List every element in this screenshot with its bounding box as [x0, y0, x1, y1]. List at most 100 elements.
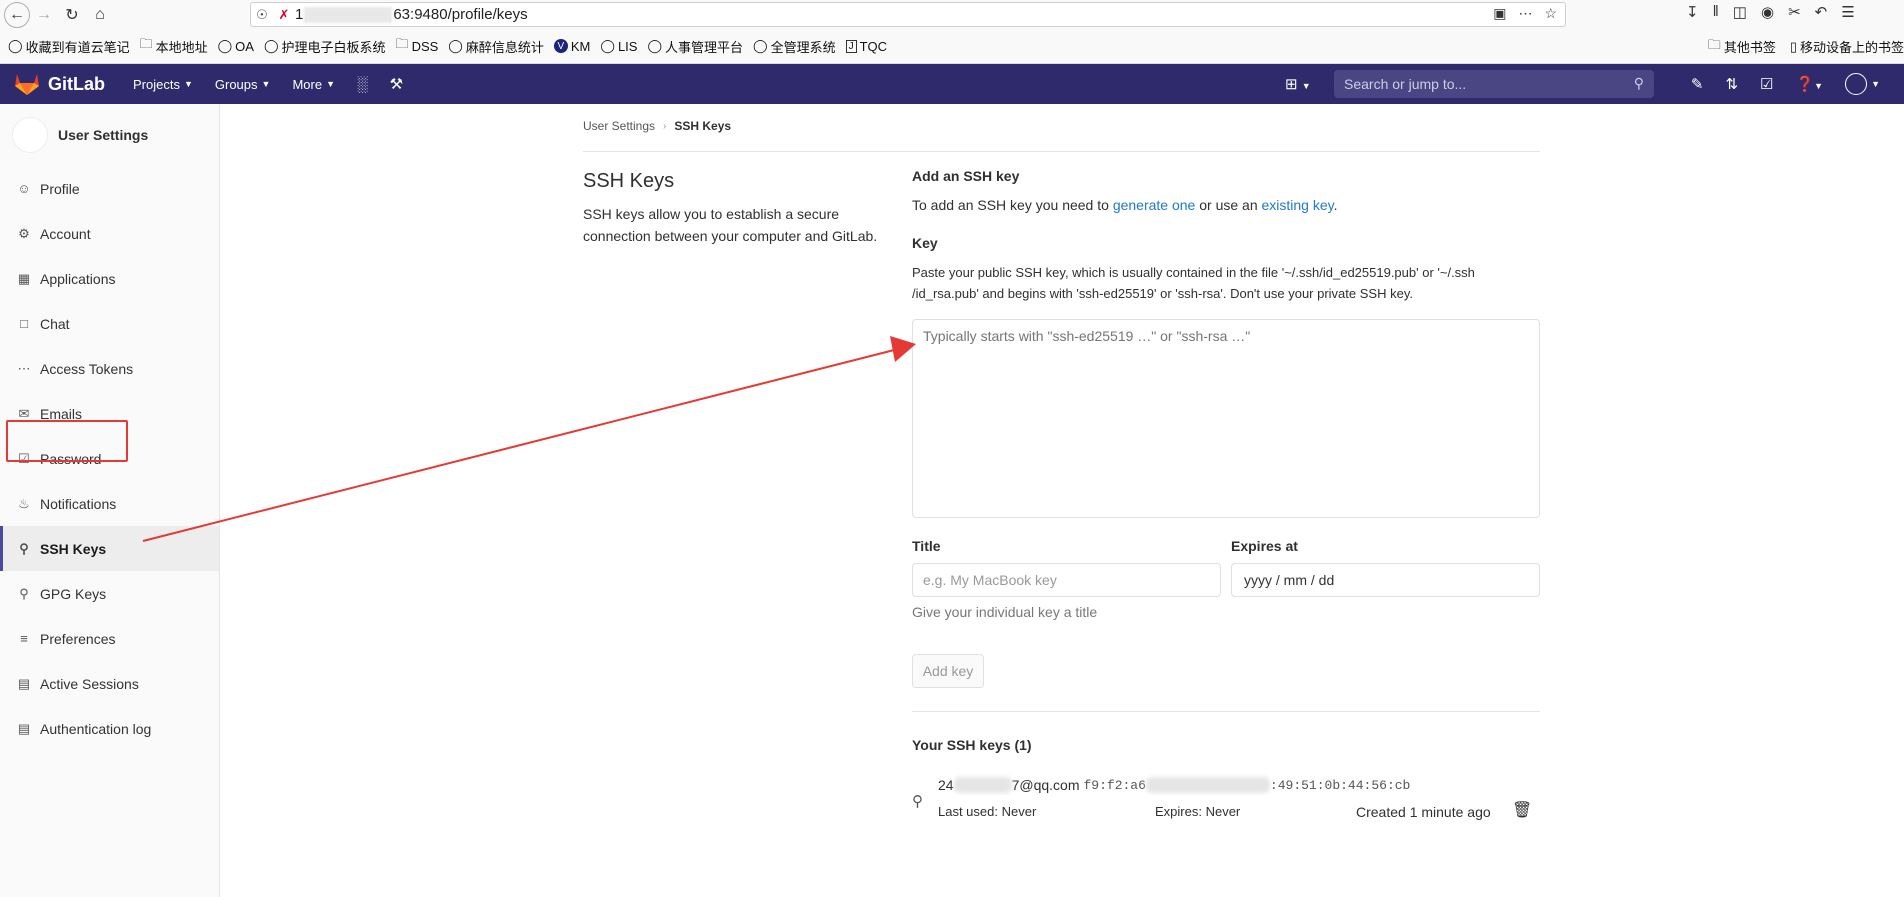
bookmark-item[interactable]: ◯ 人事管理平台 [647, 37, 743, 56]
add-key-button[interactable]: Add key [912, 654, 984, 688]
groups-menu[interactable]: Groups ▼ [215, 77, 271, 92]
existing-key-link[interactable]: existing key [1262, 197, 1334, 213]
divider [583, 151, 1540, 152]
sidebar-item-gpg-keys[interactable]: ⚲ GPG Keys [0, 571, 219, 616]
home-button[interactable]: ⌂ [86, 1, 114, 29]
expires-label: Expires at [1231, 538, 1298, 554]
more-actions-icon[interactable]: ⋯ [1518, 5, 1532, 22]
token-icon: ⋯ [17, 360, 31, 376]
wrench-icon[interactable]: ⚒ [390, 75, 403, 93]
v-icon: V [553, 39, 568, 53]
more-label: More [292, 76, 323, 92]
title-label: Title [912, 538, 941, 554]
key-icon: ⚲ [19, 585, 29, 601]
add-key-intro: To add an SSH key you need to generate o… [912, 197, 1338, 213]
more-menu[interactable]: More ▼ [292, 77, 335, 92]
url-bar[interactable]: ☉ ✗ 1 63:9480/profile/keys ▣ ⋯ ☆ [250, 2, 1566, 27]
merge-request-icon[interactable]: ⇅ [1725, 75, 1738, 93]
download-icon[interactable]: ↧ [1686, 3, 1699, 21]
bookmark-item[interactable]: 🗀 本地地址 [140, 35, 208, 57]
key-icon: ⚲ [19, 540, 29, 556]
arrow-right-icon: → [36, 5, 52, 23]
bookmark-item[interactable]: J TQC [845, 39, 887, 54]
bookmark-other[interactable]: 🗀 其他书签 [1708, 36, 1776, 58]
sidebar-item-preferences[interactable]: ≡ Preferences [0, 616, 219, 661]
breadcrumb-parent[interactable]: User Settings [583, 119, 655, 133]
bookmark-item[interactable]: V KM [553, 39, 590, 54]
forward-button[interactable]: → [30, 1, 58, 29]
chevron-down-icon: ▼ [261, 79, 271, 89]
reload-icon: ↻ [65, 6, 79, 24]
gitlab-logo[interactable]: GitLab [14, 72, 105, 96]
sidebar-item-profile[interactable]: ☺ Profile [0, 166, 219, 211]
todo-icon[interactable]: ☑ [1760, 75, 1773, 93]
url-text-end: 63:9480/profile/keys [393, 6, 528, 23]
undo-icon[interactable]: ↶ [1815, 3, 1828, 21]
search-input[interactable]: Search or jump to... ⚲ [1334, 70, 1654, 98]
title-input[interactable] [912, 563, 1221, 597]
library-icon[interactable]: ‖ [1713, 3, 1719, 21]
sidebar-item-active-sessions[interactable]: ▤ Active Sessions [0, 661, 219, 706]
screenshot-icon[interactable]: ✂ [1788, 3, 1801, 21]
browser-toolbar: ← → ↻ ⌂ ☉ ✗ 1 63:9480/profile/keys ▣ ⋯ ☆… [0, 0, 1904, 29]
bookmark-item[interactable]: ◯ OA [218, 38, 254, 54]
generate-one-link[interactable]: generate one [1113, 197, 1196, 213]
bookmark-item[interactable]: ◯ 收藏到有道云笔记 [8, 37, 130, 56]
reload-button[interactable]: ↻ [58, 1, 86, 29]
ssh-key-row: ⚲ 24 7@qq.com f9:f2:a6 :49:51:0b:44:56:c… [912, 770, 1540, 830]
account-icon: ⚙ [18, 225, 30, 241]
qr-code-icon[interactable]: ▣ [1493, 5, 1506, 22]
redacted-email [953, 777, 1012, 793]
globe-icon: ◯ [647, 38, 663, 53]
bookmark-mobile[interactable]: ▯ 移动设备上的书签 [1790, 37, 1904, 56]
sidebar-item-chat[interactable]: □ Chat [0, 301, 219, 346]
ssh-key-title[interactable]: 24 7@qq.com f9:f2:a6 :49:51:0b:44:56:cb [938, 777, 1410, 793]
help-icon[interactable]: ❓▼ [1795, 75, 1823, 93]
sidebar-item-access-tokens[interactable]: ⋯ Access Tokens [0, 346, 219, 391]
user-circle-icon: ☺ [17, 181, 31, 196]
key-icon: ⚲ [912, 793, 923, 810]
sidebar-header[interactable]: User Settings [0, 104, 219, 166]
user-avatar-menu[interactable]: ▼ [1845, 73, 1880, 95]
gitlab-top-nav: GitLab Projects ▼ Groups ▼ More ▼ ░ ⚒ Searc… [0, 64, 1904, 104]
search-icon: ⚲ [1633, 75, 1644, 91]
url-text-start: 1 [295, 6, 304, 23]
back-button[interactable]: ← [4, 1, 30, 28]
breadcrumb-current[interactable]: SSH Keys [674, 119, 731, 133]
star-icon[interactable]: ☆ [1544, 5, 1557, 22]
globe-icon: ◯ [263, 38, 279, 53]
plus-square-icon[interactable]: ⊞ ▼ [1285, 75, 1311, 93]
brand-name: GitLab [48, 73, 105, 94]
sidebar-item-applications[interactable]: ▦ Applications [0, 256, 219, 301]
sidebar-item-authentication-log[interactable]: ▤ Authentication log [0, 706, 219, 751]
bookmark-item[interactable]: 🗀 DSS [396, 35, 439, 57]
projects-menu[interactable]: Projects ▼ [133, 77, 193, 92]
monitor-icon: ▤ [17, 675, 31, 691]
settings-sidebar: User Settings ☺ Profile ⚙ Account ▦ Applica… [0, 104, 220, 897]
sidebar-item-account[interactable]: ⚙ Account [0, 211, 219, 256]
sidebar-item-notifications[interactable]: ♨ Notifications [0, 481, 219, 526]
key-textarea[interactable] [912, 319, 1540, 518]
sidebar-toggle-icon[interactable]: ◫ [1733, 3, 1747, 21]
bookmark-item[interactable]: ◯ 护理电子白板系统 [264, 37, 386, 56]
arrow-shaft [142, 348, 899, 542]
avatar [1845, 73, 1868, 95]
activity-chart-icon[interactable]: ░ [357, 76, 368, 93]
key-help-text: Paste your public SSH key, which is usua… [912, 265, 1475, 301]
key-label: Key [912, 235, 938, 251]
ssh-key-fingerprint: f9:f2:a6 :49:51:0b:44:56:cb [1083, 777, 1411, 793]
account-icon[interactable]: ◉ [1761, 3, 1774, 21]
redacted-fingerprint [1145, 777, 1270, 793]
sidebar-item-ssh-keys[interactable]: ⚲ SSH Keys [0, 526, 219, 571]
trash-icon[interactable]: 🗑 [1512, 800, 1532, 820]
mobile-icon: ▯ [1789, 38, 1797, 54]
bookmark-item[interactable]: ◯ LIS [600, 38, 637, 54]
page-title: SSH Keys [583, 170, 675, 192]
bookmark-item[interactable]: ◯ 麻醉信息统计 [448, 37, 544, 56]
bookmark-item[interactable]: ◯ 全管理系统 [753, 37, 836, 56]
expires-date-input[interactable]: yyyy / mm / dd [1231, 563, 1540, 597]
menu-icon[interactable]: ☰ [1841, 3, 1854, 21]
issues-icon[interactable]: ✎ [1691, 75, 1704, 93]
j-icon: J [845, 39, 857, 53]
ssh-key-created: Created 1 minute ago [1356, 804, 1491, 820]
